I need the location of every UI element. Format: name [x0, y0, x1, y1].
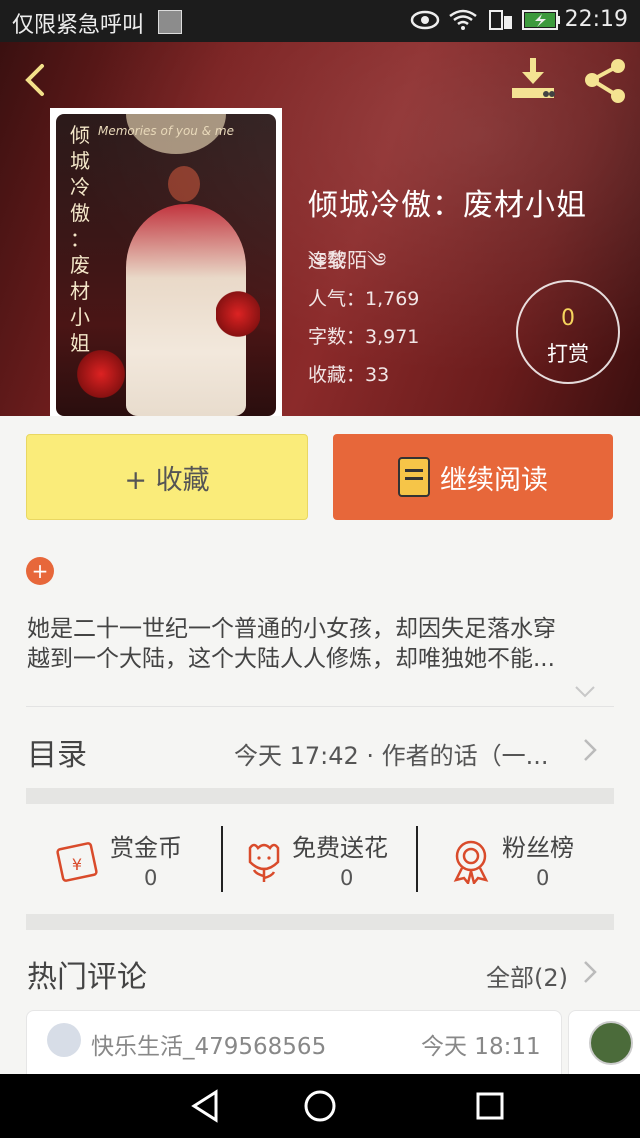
author-name-text: 黎陌	[327, 248, 368, 272]
chevron-right-icon	[582, 738, 598, 762]
fan-ranking-stat[interactable]: 粉丝榜 0	[450, 826, 610, 896]
home-nav-button[interactable]	[302, 1088, 338, 1128]
add-tag-button[interactable]: +	[26, 557, 54, 585]
back-arrow-icon	[25, 64, 44, 96]
cover-moon	[126, 114, 226, 154]
section-divider	[26, 788, 614, 804]
reward-button[interactable]: 0 打赏	[516, 280, 620, 384]
triangle-back-icon	[191, 1089, 218, 1123]
word-count: 字数：3,971	[308, 326, 420, 348]
back-nav-button[interactable]	[188, 1088, 224, 1128]
intro-line: 越到一个大陆，这个大陆人人修炼，却唯独她不能...	[27, 646, 555, 672]
reward-count: 0	[561, 306, 575, 331]
fan-ranking-value: 0	[536, 866, 550, 890]
section-divider	[26, 914, 614, 930]
cover-art: 倾城 冷傲 ：废 材小 姐 Memories of you & me	[56, 114, 276, 416]
book-intro[interactable]: 她是二十一世纪一个普通的小女孩，却因失足落水穿 越到一个大陆，这个大陆人人修炼，…	[27, 614, 617, 674]
divider	[416, 826, 418, 892]
status-bar: 仅限紧急呼叫 22:19	[0, 0, 640, 42]
eye-icon	[410, 8, 440, 37]
sim-icon	[488, 8, 514, 37]
latest-chapter: 今天 17:42 · 作者的话（一...	[234, 742, 549, 770]
battery-icon	[522, 8, 562, 37]
svg-text:¥: ¥	[72, 855, 82, 874]
circle-home-icon	[304, 1090, 336, 1122]
expand-intro-button[interactable]	[574, 680, 596, 702]
medal-icon	[450, 838, 492, 888]
add-favorite-button[interactable]: + 收藏	[26, 434, 308, 520]
continue-reading-label: 继续阅读	[440, 464, 548, 496]
square-recents-icon	[476, 1092, 504, 1120]
popularity: 人气：1,769	[308, 288, 420, 310]
chevron-right-icon	[582, 960, 598, 984]
free-flower-label: 免费送花	[292, 834, 388, 862]
red-envelope-icon: ¥	[56, 838, 102, 888]
notification-image-icon	[158, 10, 182, 34]
back-button[interactable]	[18, 62, 54, 98]
cover-flower	[216, 284, 260, 344]
recents-nav-button[interactable]	[474, 1090, 506, 1126]
book-cover[interactable]: 倾城 冷傲 ：废 材小 姐 Memories of you & me	[50, 108, 282, 416]
reward-label: 打赏	[547, 342, 589, 366]
chevron-down-icon	[575, 686, 595, 698]
carrier-text: 仅限紧急呼叫	[12, 13, 145, 38]
free-flower-stat[interactable]: 免费送花 0	[244, 826, 404, 896]
download-button[interactable]	[508, 54, 558, 104]
toc-label: 目录	[27, 738, 87, 773]
book-icon	[398, 457, 430, 497]
divider	[26, 706, 614, 707]
author-decor-left: ༄	[308, 248, 328, 272]
cover-flower	[76, 344, 126, 404]
book-title: 倾城冷傲：废材小姐	[308, 188, 587, 223]
fan-ranking-label: 粉丝榜	[502, 834, 574, 862]
cover-figure-head	[168, 166, 200, 202]
author-decor-right: ༄	[367, 248, 387, 272]
system-navigation-bar	[0, 1074, 640, 1138]
cover-title: 倾城 冷傲 ：废 材小 姐	[70, 123, 90, 355]
coin-reward-stat[interactable]: ¥ 赏金币 0	[56, 826, 216, 896]
wifi-icon	[448, 8, 478, 37]
clock: 22:19	[564, 7, 628, 32]
book-header: 倾城 冷傲 ：废 材小 姐 Memories of you & me 倾城冷傲：…	[0, 42, 640, 416]
share-icon	[585, 59, 625, 103]
author-name[interactable]: ༄黎陌༄	[308, 238, 386, 294]
flower-icon	[244, 840, 284, 888]
add-favorite-label: + 收藏	[124, 464, 210, 496]
serial-status: 连载	[308, 250, 347, 272]
hot-comments-title: 热门评论	[27, 960, 147, 995]
free-flower-value: 0	[340, 866, 354, 890]
continue-reading-button[interactable]: 继续阅读	[333, 434, 613, 520]
cover-subtitle: Memories of you & me	[98, 124, 234, 138]
coin-reward-label: 赏金币	[110, 834, 182, 862]
favorite-count: 收藏：33	[308, 364, 390, 386]
share-button[interactable]	[580, 56, 630, 106]
download-icon	[512, 58, 555, 98]
divider	[221, 826, 223, 892]
intro-line: 她是二十一世纪一个普通的小女孩，却因失足落水穿	[27, 616, 556, 642]
avatar[interactable]	[589, 1021, 633, 1065]
coin-reward-value: 0	[144, 866, 158, 890]
cover-figure	[126, 204, 246, 416]
avatar[interactable]	[47, 1023, 81, 1057]
comment-username[interactable]: 快乐生活_479568565	[91, 1027, 326, 1061]
all-comments-link[interactable]: 全部(2)	[486, 958, 568, 993]
comment-time: 今天 18:11	[421, 1034, 541, 1060]
